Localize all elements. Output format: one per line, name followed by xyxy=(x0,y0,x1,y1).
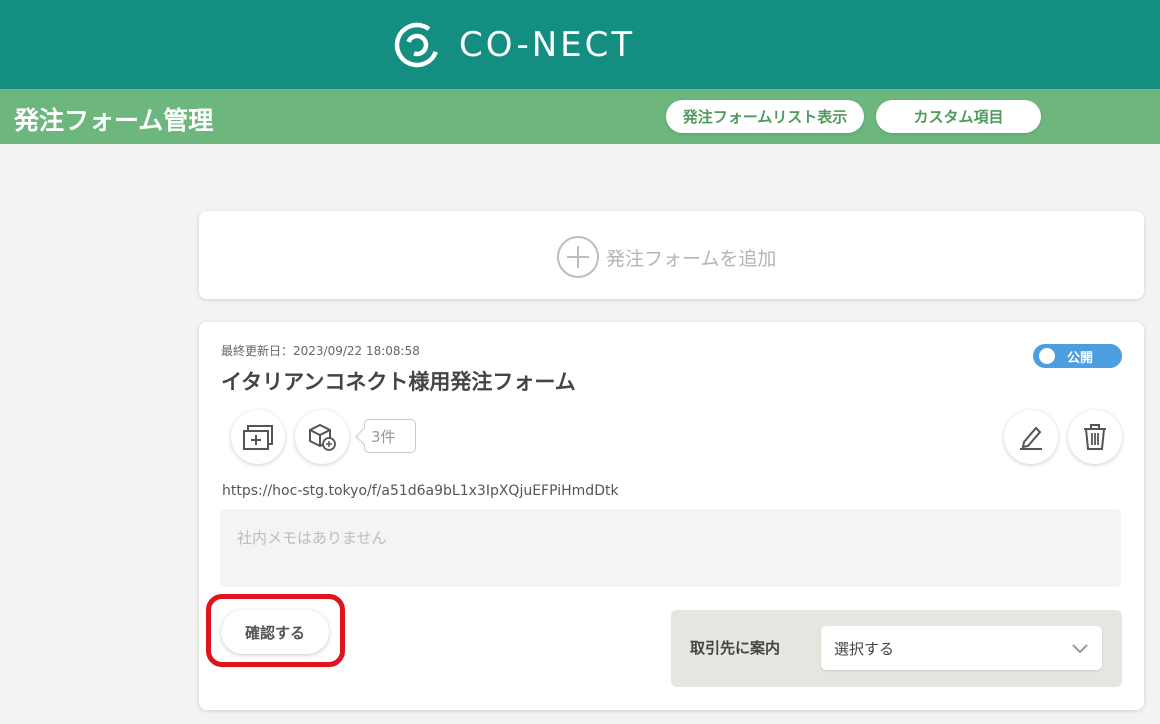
plus-circle-icon xyxy=(557,236,599,278)
edit-button[interactable] xyxy=(1004,410,1058,464)
partner-select-value: 選択する xyxy=(834,640,895,658)
partner-guide-section: 取引先に案内 選択する xyxy=(671,610,1122,687)
logo-text: CO-NECT xyxy=(459,25,636,65)
partner-guide-label: 取引先に案内 xyxy=(690,639,781,657)
memo-placeholder: 社内メモはありません xyxy=(237,529,387,547)
delete-button[interactable] xyxy=(1068,410,1122,464)
product-count: 3件 xyxy=(371,427,396,446)
logo[interactable]: CO-NECT xyxy=(393,21,635,69)
product-count-badge: 3件 xyxy=(364,419,416,453)
add-form-card[interactable]: 発注フォームを追加 xyxy=(199,211,1144,299)
order-form-card: 最終更新日：2023/09/22 18:08:58 イタリアンコネクト様用発注フ… xyxy=(199,322,1144,710)
pen-icon xyxy=(1020,426,1042,450)
products-button[interactable] xyxy=(295,410,349,464)
box-add-icon xyxy=(309,423,336,451)
partner-select[interactable]: 選択する xyxy=(821,626,1102,670)
form-title: イタリアンコネクト様用発注フォーム xyxy=(221,370,576,394)
add-form-button[interactable]: 発注フォームを追加 xyxy=(556,235,776,279)
add-window-icon xyxy=(243,425,273,450)
open-preview-button[interactable] xyxy=(231,410,285,464)
chevron-down-icon xyxy=(1072,644,1088,654)
form-url[interactable]: https://hoc-stg.tokyo/f/a51d6a9bL1x3IpXQ… xyxy=(222,483,619,499)
top-header: CO-NECT xyxy=(0,0,1160,89)
page-title: 発注フォーム管理 xyxy=(14,106,214,135)
internal-memo[interactable]: 社内メモはありません xyxy=(220,509,1121,587)
last-updated: 最終更新日：2023/09/22 18:08:58 xyxy=(221,344,420,358)
trash-icon xyxy=(1084,424,1106,450)
custom-fields-button[interactable]: カスタム項目 xyxy=(876,100,1041,133)
publish-status: 公開 xyxy=(1067,351,1094,366)
highlight-annotation xyxy=(206,594,345,667)
publish-toggle[interactable]: 公開 xyxy=(1033,344,1122,368)
toggle-knob xyxy=(1039,348,1055,364)
sub-header: 発注フォーム管理 発注フォームリスト表示 カスタム項目 xyxy=(0,89,1160,144)
form-list-button[interactable]: 発注フォームリスト表示 xyxy=(666,100,864,133)
add-form-label: 発注フォームを追加 xyxy=(606,247,777,270)
conect-logo-icon xyxy=(394,22,440,68)
